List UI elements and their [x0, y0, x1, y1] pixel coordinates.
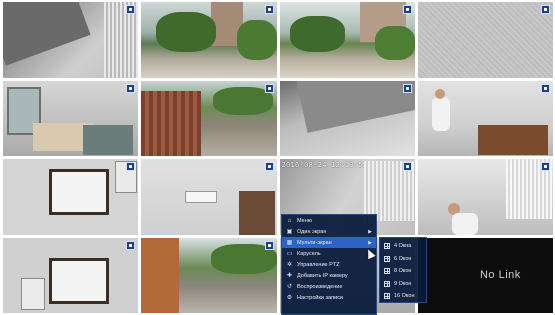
menu-item-label: Воспроизведение — [297, 283, 343, 290]
camera-tile-10[interactable] — [141, 159, 277, 235]
submenu-item-label: 9 Окон — [394, 280, 412, 287]
trees — [237, 20, 277, 60]
camera-timestamp: 2016-08-24 12:13:55 — [281, 161, 368, 169]
desk — [83, 124, 133, 155]
grid-icon: ▦ — [286, 240, 293, 246]
submenu-item-label: 16 Окон — [394, 293, 415, 300]
desk — [477, 124, 548, 155]
menu-item-playback[interactable]: ↺ Воспроизведение — [282, 281, 376, 292]
settings-icon: ⚙ — [286, 295, 293, 301]
no-link-label: No Link — [479, 269, 521, 282]
submenu-item-9-windows[interactable]: 9 Окон — [380, 278, 426, 291]
camera-status-icon — [126, 162, 136, 171]
menu-item-label: Настройки записи — [297, 294, 343, 301]
camera-grid: 2016-08-24 12:13:55 No Link — [3, 2, 553, 313]
menu-item-multi-screen[interactable]: ▦ Мульти-экран ▶ — [282, 237, 376, 248]
chevron-right-icon: ▶ — [368, 239, 372, 246]
menu-item-label: Один экран — [297, 228, 327, 235]
menu-item-ptz[interactable]: ✲ Управление PTZ — [282, 259, 376, 270]
layout-icon — [384, 293, 390, 300]
building — [141, 237, 180, 313]
camera-status-icon — [402, 162, 412, 171]
person-head — [434, 88, 445, 99]
menu-item-main[interactable]: ⌂ Меню — [282, 215, 376, 226]
playback-icon: ↺ — [286, 284, 293, 290]
plus-icon: ✚ — [286, 273, 293, 279]
camera-status-icon — [402, 83, 412, 93]
menu-item-record-settings[interactable]: ⚙ Настройки записи — [282, 292, 376, 303]
camera-status-icon — [264, 162, 274, 171]
camera-tile-7[interactable] — [279, 80, 415, 156]
camera-icon: ▣ — [286, 229, 293, 235]
camera-status-icon — [264, 240, 274, 250]
submenu-item-8-windows[interactable]: 8 Окон — [380, 265, 426, 278]
camera-tile-9[interactable] — [3, 159, 139, 235]
test-chart — [49, 257, 109, 304]
camera-tile-6[interactable] — [141, 80, 277, 156]
fence — [141, 90, 202, 156]
submenu-item-16-windows[interactable]: 16 Окон — [380, 290, 426, 303]
trees — [374, 26, 415, 60]
monitor-icon: ▭ — [286, 251, 293, 257]
camera-tile-5[interactable] — [3, 80, 139, 156]
layout-icon — [384, 243, 390, 250]
ac-unit — [185, 191, 218, 203]
camera-tile-16[interactable]: No Link — [417, 237, 553, 313]
gear-icon: ✲ — [286, 262, 293, 268]
camera-status-icon — [126, 5, 136, 14]
camera-tile-1[interactable] — [3, 2, 139, 78]
camera-tile-4[interactable] — [417, 2, 553, 78]
person — [431, 96, 450, 131]
camera-tile-2[interactable] — [141, 2, 277, 78]
camera-tile-8[interactable] — [417, 80, 553, 156]
camera-tile-14[interactable] — [141, 237, 277, 313]
camera-status-icon — [264, 5, 274, 14]
camera-status-icon — [541, 83, 550, 93]
camera-status-icon — [126, 240, 136, 250]
camera-status-icon — [264, 83, 274, 93]
menu-item-label: Мульти-экран — [297, 239, 332, 246]
test-chart — [49, 169, 109, 215]
submenu-item-6-windows[interactable]: 6 Окон — [380, 253, 426, 266]
submenu-item-label: 6 Окон — [394, 255, 412, 262]
camera-status-icon — [541, 162, 550, 171]
menu-item-label: Управление PTZ — [297, 261, 340, 268]
trees — [289, 16, 345, 52]
shelf — [239, 191, 276, 235]
context-menu: ⌂ Меню ▣ Один экран ▶ ▦ Мульти-экран ▶ ▭… — [281, 214, 377, 315]
ceiling-corner — [3, 2, 91, 66]
wall-poster — [21, 277, 45, 310]
submenu-item-label: 4 Окна — [394, 243, 412, 250]
layout-icon — [384, 280, 390, 287]
layout-icon — [384, 255, 390, 262]
camera-status-icon — [402, 5, 412, 14]
camera-tile-12[interactable] — [417, 159, 553, 235]
menu-item-add-ip-camera[interactable]: ✚ Добавить IP камеру — [282, 270, 376, 281]
multi-screen-submenu: 4 Окна 6 Окон 8 Окон 9 Окон 16 Окон — [379, 237, 427, 303]
camera-tile-13[interactable] — [3, 237, 139, 313]
home-icon: ⌂ — [287, 217, 292, 224]
submenu-item-4-windows[interactable]: 4 Окна — [380, 240, 426, 253]
submenu-item-label: 8 Окон — [394, 268, 412, 275]
chevron-right-icon: ▶ — [368, 228, 372, 235]
menu-item-label: Карусель — [297, 250, 321, 257]
trees — [156, 12, 217, 52]
camera-status-icon — [126, 83, 136, 93]
ceiling-corner — [294, 80, 415, 133]
menu-item-label: Меню — [297, 217, 312, 224]
menu-item-label: Добавить IP камеру — [297, 272, 348, 279]
camera-status-icon — [541, 5, 550, 14]
layout-icon — [384, 268, 390, 275]
menu-item-carousel[interactable]: ▭ Карусель — [282, 248, 376, 259]
person — [451, 213, 478, 235]
menu-item-single-screen[interactable]: ▣ Один экран ▶ — [282, 226, 376, 237]
camera-tile-3[interactable] — [279, 2, 415, 78]
